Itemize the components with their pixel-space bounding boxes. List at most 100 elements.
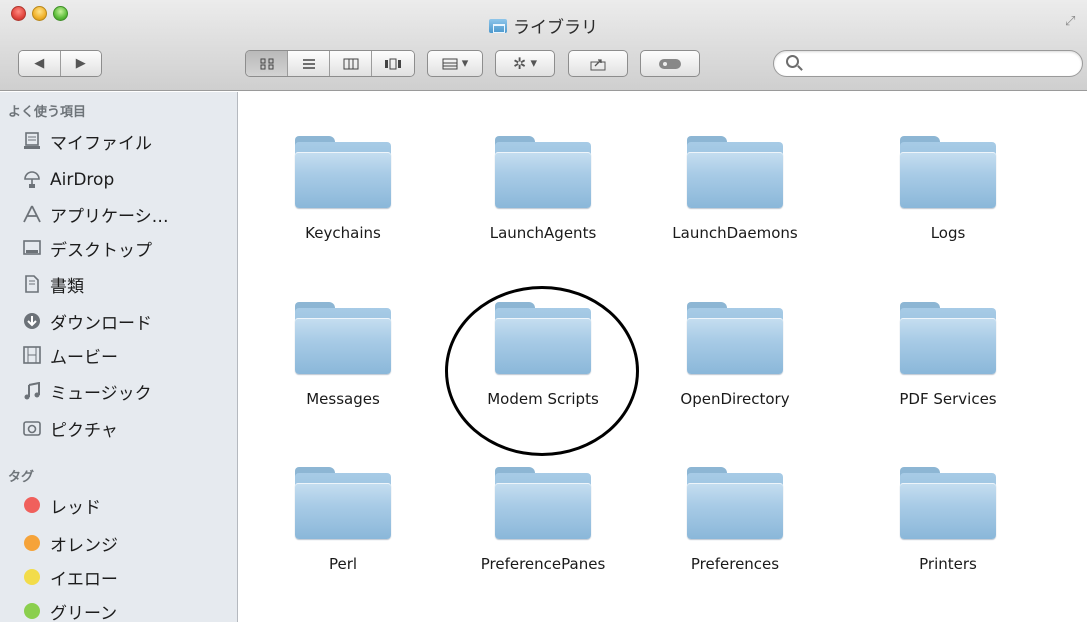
folder-item-pdf-services[interactable]: PDF Services bbox=[848, 302, 1048, 452]
folder-label: Printers bbox=[919, 555, 977, 573]
arrange-button[interactable]: ▾ bbox=[427, 50, 483, 77]
sidebar-tag-red[interactable]: レッド bbox=[22, 490, 232, 520]
sidebar-item-label: 書類 bbox=[50, 276, 84, 297]
action-button[interactable]: ✲ ▾ bbox=[495, 50, 555, 77]
folder-label: PreferencePanes bbox=[480, 555, 606, 573]
icon-view-icon bbox=[260, 58, 273, 69]
coverflow-view-icon bbox=[385, 58, 401, 69]
column-view-button[interactable] bbox=[330, 51, 372, 76]
folder-label: OpenDirectory bbox=[680, 390, 790, 408]
chevron-down-icon: ▾ bbox=[461, 56, 469, 71]
red-tag-dot-icon bbox=[24, 497, 40, 513]
search-input[interactable] bbox=[806, 54, 1071, 74]
pictures-icon bbox=[22, 418, 42, 438]
search-icon bbox=[786, 55, 799, 68]
folder-icon bbox=[495, 467, 591, 539]
sidebar-item-label: ミュージック bbox=[50, 383, 152, 404]
share-button[interactable] bbox=[568, 50, 628, 77]
folder-icon bbox=[295, 302, 391, 374]
fullscreen-icon[interactable]: ⤢ bbox=[1065, 14, 1081, 30]
arrange-grid-icon bbox=[442, 58, 458, 69]
sidebar-tag-green[interactable]: グリーン bbox=[22, 596, 232, 622]
airdrop-icon bbox=[22, 170, 42, 190]
movies-icon bbox=[22, 345, 42, 365]
folder-icon bbox=[687, 467, 783, 539]
sidebar-item-label: マイファイル bbox=[50, 133, 152, 154]
folder-item-perl[interactable]: Perl bbox=[243, 467, 443, 617]
all-my-files-icon bbox=[22, 131, 42, 151]
sidebar-item-label: オレンジ bbox=[50, 535, 118, 556]
sidebar-item-downloads[interactable]: ダウンロード bbox=[22, 306, 232, 336]
folder-grid: Keychains LaunchAgents LaunchDaemons Log… bbox=[239, 92, 1087, 622]
folder-item-messages[interactable]: Messages bbox=[243, 302, 443, 452]
sidebar-tag-orange[interactable]: オレンジ bbox=[22, 528, 232, 558]
sidebar-item-airdrop[interactable]: AirDrop bbox=[22, 165, 232, 195]
tags-heading: タグ bbox=[8, 470, 35, 485]
finder-window: ライブラリ ⤢ ◀ ▶ ▾ ✲ ▾ よく使う項目 マイファイル AirDrop … bbox=[0, 0, 1087, 622]
tag-icon bbox=[659, 58, 681, 69]
folder-item-opendirectory[interactable]: OpenDirectory bbox=[635, 302, 835, 452]
folder-item-keychains[interactable]: Keychains bbox=[243, 136, 443, 286]
music-icon bbox=[22, 381, 42, 401]
sidebar-item-label: イエロー bbox=[50, 569, 118, 590]
folder-label: Preferences bbox=[690, 555, 780, 573]
sidebar-item-movies[interactable]: ムービー bbox=[22, 340, 232, 370]
folder-label: PDF Services bbox=[899, 390, 997, 408]
favorites-heading: よく使う項目 bbox=[8, 105, 87, 120]
sidebar-item-applications[interactable]: アプリケーシ… bbox=[22, 199, 232, 229]
folder-icon bbox=[295, 136, 391, 208]
search-field[interactable] bbox=[773, 50, 1083, 77]
folder-icon bbox=[687, 302, 783, 374]
list-view-button[interactable] bbox=[288, 51, 330, 76]
folder-item-preferences[interactable]: Preferences bbox=[635, 467, 835, 617]
sidebar-item-label: レッド bbox=[50, 497, 101, 518]
folder-label: Perl bbox=[328, 555, 358, 573]
sidebar-item-label: ピクチャ bbox=[50, 420, 118, 441]
back-forward-control: ◀ ▶ bbox=[18, 50, 102, 77]
column-view-icon bbox=[343, 58, 358, 69]
folder-label: LaunchDaemons bbox=[672, 224, 798, 242]
forward-arrow-icon: ▶ bbox=[75, 56, 86, 71]
sidebar-item-documents[interactable]: 書類 bbox=[22, 269, 232, 299]
folder-icon bbox=[900, 136, 996, 208]
folder-item-logs[interactable]: Logs bbox=[848, 136, 1048, 286]
forward-button[interactable]: ▶ bbox=[60, 51, 101, 76]
sidebar-item-label: グリーン bbox=[50, 603, 118, 622]
orange-tag-dot-icon bbox=[24, 535, 40, 551]
gear-icon: ✲ bbox=[513, 54, 527, 73]
folder-icon bbox=[900, 302, 996, 374]
applications-icon bbox=[22, 204, 42, 224]
icon-view-button[interactable] bbox=[246, 51, 288, 76]
folder-item-modem-scripts[interactable]: Modem Scripts bbox=[443, 302, 643, 452]
folder-label: Keychains bbox=[305, 224, 381, 242]
folder-icon bbox=[900, 467, 996, 539]
folder-item-launchagents[interactable]: LaunchAgents bbox=[443, 136, 643, 286]
sidebar-item-music[interactable]: ミュージック bbox=[22, 376, 232, 406]
view-mode-control bbox=[245, 50, 415, 77]
back-button[interactable]: ◀ bbox=[19, 51, 61, 76]
back-arrow-icon: ◀ bbox=[34, 56, 45, 71]
folder-icon bbox=[495, 136, 591, 208]
sidebar-item-desktop[interactable]: デスクトップ bbox=[22, 233, 232, 263]
yellow-tag-dot-icon bbox=[24, 569, 40, 585]
downloads-icon bbox=[22, 311, 42, 331]
sidebar-item-label: AirDrop bbox=[50, 170, 115, 190]
library-folder-icon bbox=[489, 18, 507, 33]
title-toolbar: ライブラリ ⤢ ◀ ▶ ▾ ✲ ▾ bbox=[0, 0, 1087, 91]
coverflow-view-button[interactable] bbox=[372, 51, 414, 76]
sidebar-item-pictures[interactable]: ピクチャ bbox=[22, 413, 232, 443]
folder-icon bbox=[687, 136, 783, 208]
folder-item-preferencepanes[interactable]: PreferencePanes bbox=[443, 467, 643, 617]
window-title: ライブラリ bbox=[513, 18, 598, 38]
sidebar-item-all-my-files[interactable]: マイファイル bbox=[22, 126, 232, 156]
sidebar-tag-yellow[interactable]: イエロー bbox=[22, 562, 232, 592]
edit-tags-button[interactable] bbox=[640, 50, 700, 77]
green-tag-dot-icon bbox=[24, 603, 40, 619]
folder-item-launchdaemons[interactable]: LaunchDaemons bbox=[635, 136, 835, 286]
sidebar: よく使う項目 マイファイル AirDrop アプリケーシ… デスクトップ 書類 … bbox=[0, 92, 238, 622]
sidebar-item-label: アプリケーシ… bbox=[50, 206, 169, 227]
folder-item-printers[interactable]: Printers bbox=[848, 467, 1048, 617]
folder-label: Messages bbox=[306, 390, 380, 408]
desktop-icon bbox=[22, 238, 42, 258]
share-icon bbox=[590, 58, 606, 70]
